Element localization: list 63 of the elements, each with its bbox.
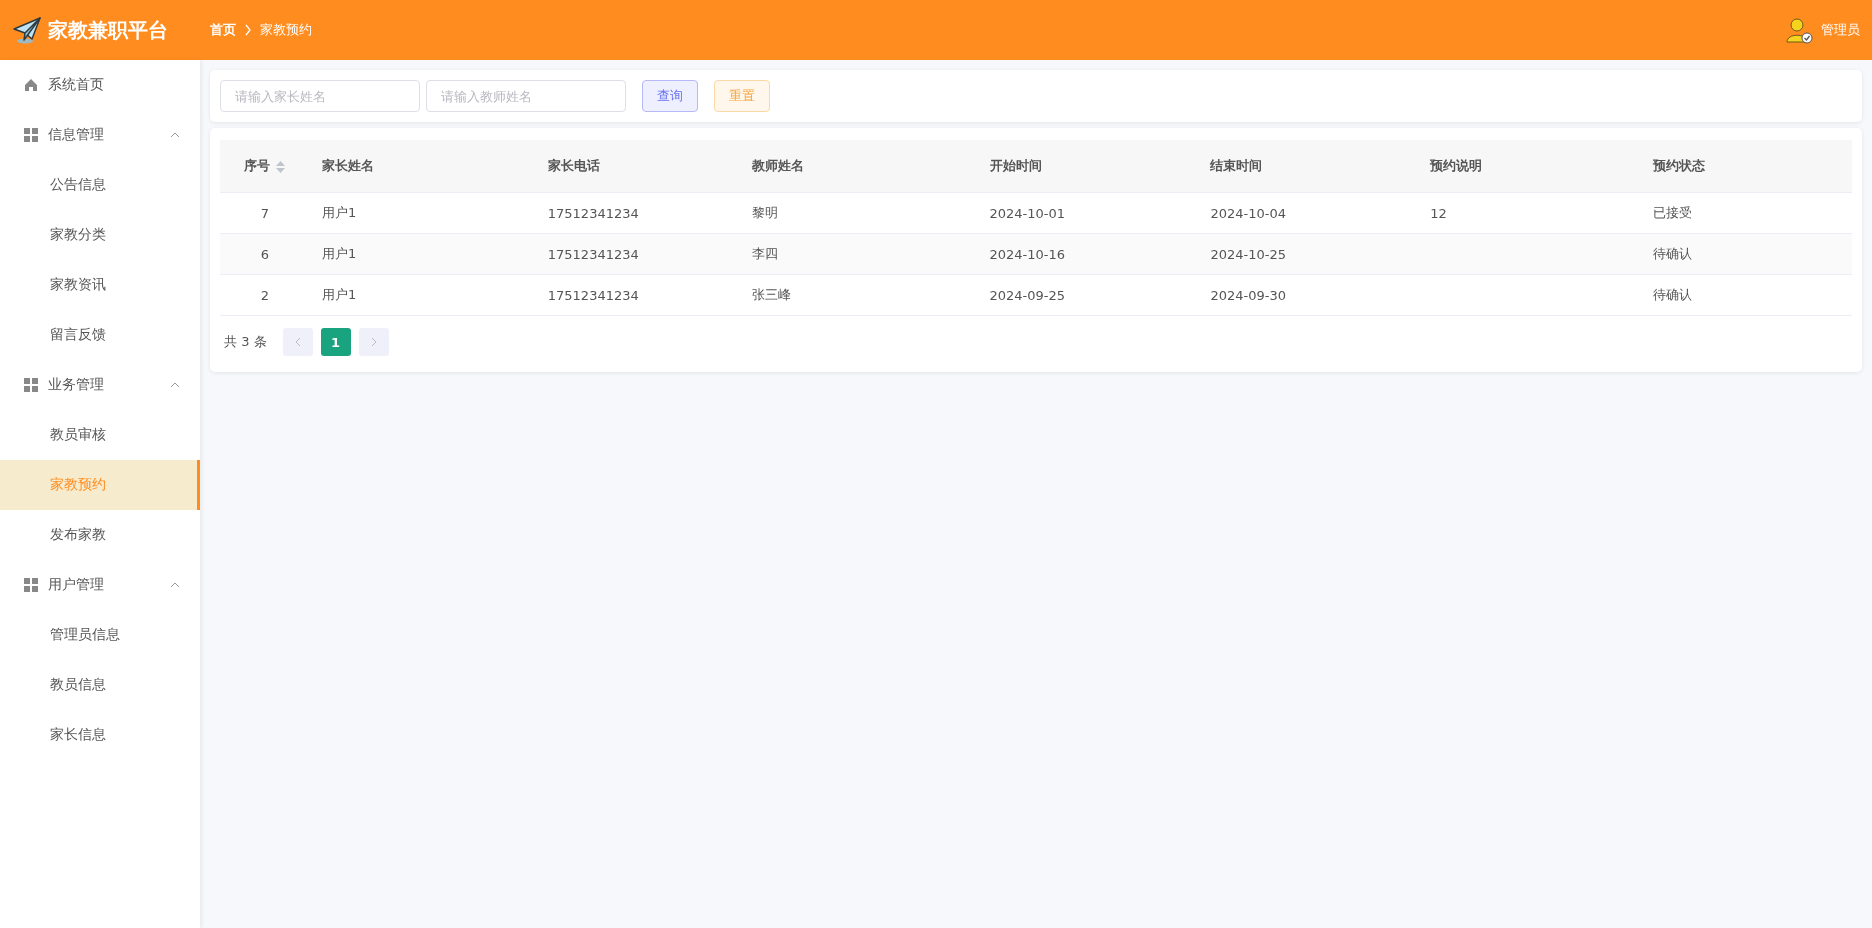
column-header: 预约状态	[1653, 158, 1706, 173]
search-field[interactable]: 请输入教师姓名	[426, 80, 626, 112]
column-header: 结束时间	[1210, 158, 1263, 173]
grid-icon	[24, 378, 38, 392]
caret-icon	[170, 582, 180, 588]
table-cell: 用户1	[321, 205, 357, 220]
sidebar-item[interactable]: 留言反馈	[0, 310, 200, 360]
table-cell: 2024-09-30	[1210, 287, 1286, 303]
table-cell: 2	[260, 287, 270, 303]
next-page-button[interactable]	[358, 328, 389, 356]
sidebar-group[interactable]: 用户管理	[0, 560, 200, 610]
table-cell: 17512341234	[547, 246, 639, 262]
table-cell: 已接受	[1653, 205, 1693, 220]
table-cell: 待确认	[1653, 246, 1693, 261]
table-cell: 17512341234	[547, 287, 639, 303]
search-field[interactable]: 请输入家长姓名	[220, 80, 420, 112]
table-cell: 李四	[751, 246, 778, 261]
table-cell: 用户1	[321, 287, 357, 302]
chevron-left-icon	[293, 337, 302, 347]
previous-page-button[interactable]	[282, 328, 313, 356]
grid-icon	[24, 578, 38, 592]
column-header: 预约说明	[1430, 158, 1483, 173]
table-cell: 2024-10-01	[989, 205, 1066, 221]
caret-icon	[170, 132, 180, 138]
table-cell: 17512341234	[547, 205, 639, 221]
sidebar-item[interactable]: 家教分类	[0, 210, 200, 260]
column-header[interactable]: 序号	[244, 158, 271, 173]
sidebar-item[interactable]: 教员审核	[0, 410, 200, 460]
chevron-right-icon	[369, 337, 378, 347]
caret-icon	[170, 382, 180, 388]
sidebar-item[interactable]: 发布家教	[0, 510, 200, 560]
column-header: 家长姓名	[321, 158, 374, 173]
column-header: 家长电话	[547, 158, 600, 173]
table-cell: 7	[260, 205, 270, 221]
table-cell: 2024-09-25	[989, 287, 1066, 303]
table-cell: 张三峰	[751, 287, 791, 302]
table-cell: 2024-10-16	[989, 246, 1066, 262]
chevron-right-icon	[244, 24, 252, 36]
paper-plane-icon	[12, 15, 42, 45]
sidebar-group[interactable]: 业务管理	[0, 360, 200, 410]
table-cell: 2024-10-25	[1210, 246, 1286, 262]
sort-icon[interactable]	[276, 160, 286, 173]
grid-icon	[24, 128, 38, 142]
breadcrumb-item: 家教预约	[260, 21, 312, 39]
sidebar-item[interactable]: 公告信息	[0, 160, 200, 210]
table-cell: 6	[260, 246, 270, 262]
table-cell: 用户1	[321, 246, 357, 261]
table-cell: 2024-10-04	[1210, 205, 1286, 221]
search-button[interactable]: 查询	[642, 80, 698, 112]
sidebar-item[interactable]: 管理员信息	[0, 610, 200, 660]
table-cell: 待确认	[1653, 287, 1693, 302]
column-header: 教师姓名	[751, 158, 804, 173]
sidebar-item[interactable]: 系统首页	[0, 60, 200, 110]
sidebar-group[interactable]: 信息管理	[0, 110, 200, 160]
sidebar-item[interactable]: 教员信息	[0, 660, 200, 710]
total-count: 共 3 条	[224, 333, 267, 351]
home-icon	[24, 78, 38, 92]
sidebar-item[interactable]: 家长信息	[0, 710, 200, 760]
column-header: 开始时间	[989, 158, 1042, 173]
table-cell: 黎明	[751, 205, 778, 220]
sidebar-item[interactable]: 家教资讯	[0, 260, 200, 310]
app-title: 家教兼职平台	[48, 16, 168, 44]
table-cell: 12	[1430, 205, 1447, 221]
